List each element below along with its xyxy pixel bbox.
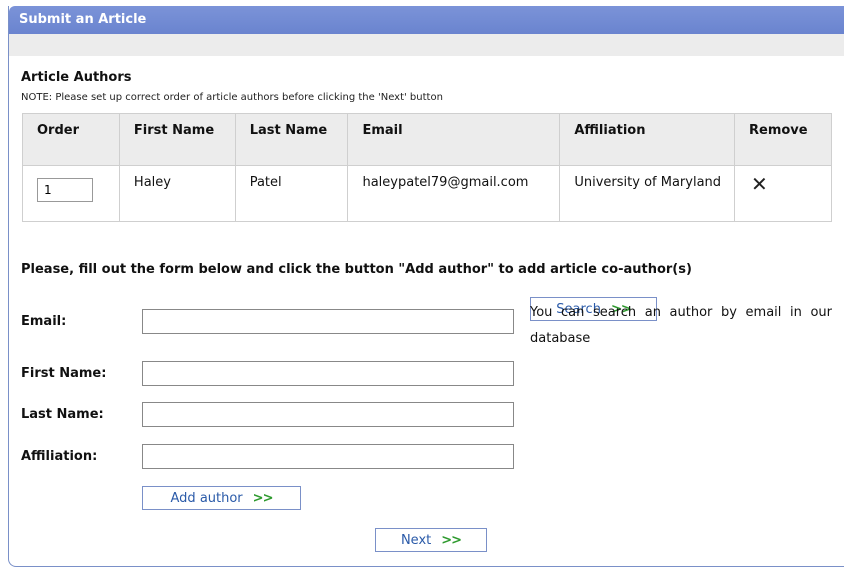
affiliation-cell: University of Maryland (559, 165, 735, 222)
last-name-field[interactable] (142, 402, 514, 427)
first-name-cell: Haley (118, 165, 236, 222)
first-name-label: First Name: (21, 366, 107, 381)
column-header-order: Order (22, 113, 120, 166)
search-hint: You can search an author by email in our… (530, 305, 832, 346)
next-button-label: Next (400, 532, 432, 548)
submit-article-panel: Submit an Article (8, 6, 844, 567)
column-header-email: Email (347, 113, 561, 166)
column-header-affiliation: Affiliation (559, 113, 735, 166)
last-name-label: Last Name: (21, 407, 104, 422)
affiliation-label: Affiliation: (21, 449, 98, 464)
add-author-button-label: Add author (170, 490, 243, 506)
last-name-cell: Patel (234, 165, 349, 222)
remove-cell: ✕ (734, 165, 832, 222)
panel-title: Submit an Article (19, 12, 147, 27)
table-row: Haley Patel haleypatel79@gmail.com Unive… (22, 165, 832, 222)
authors-section-title: Article Authors (21, 70, 132, 85)
table-header-row: Order First Name Last Name Email Affilia… (22, 113, 832, 166)
close-x-icon[interactable]: ✕ (751, 174, 768, 194)
affiliation-field[interactable] (142, 444, 514, 469)
column-header-first-name: First Name (118, 113, 236, 166)
chevron-right-icon: >> (441, 532, 462, 548)
next-button[interactable]: Next >> (375, 528, 487, 552)
column-header-last-name: Last Name (234, 113, 349, 166)
form-instructions: Please, fill out the form below and clic… (21, 262, 692, 277)
order-cell (22, 165, 120, 222)
panel-header: Submit an Article (9, 6, 844, 34)
chevron-right-icon: >> (252, 490, 274, 506)
authors-table: Order First Name Last Name Email Affilia… (22, 113, 832, 222)
authors-order-note: NOTE: Please set up correct order of art… (21, 92, 443, 103)
email-field[interactable] (142, 309, 514, 334)
email-label: Email: (21, 314, 67, 329)
first-name-field[interactable] (142, 361, 514, 386)
email-cell: haleypatel79@gmail.com (347, 165, 561, 222)
add-author-button[interactable]: Add author >> (142, 486, 301, 510)
column-header-remove: Remove (734, 113, 832, 166)
header-strip (9, 34, 844, 56)
order-input[interactable] (37, 178, 93, 202)
